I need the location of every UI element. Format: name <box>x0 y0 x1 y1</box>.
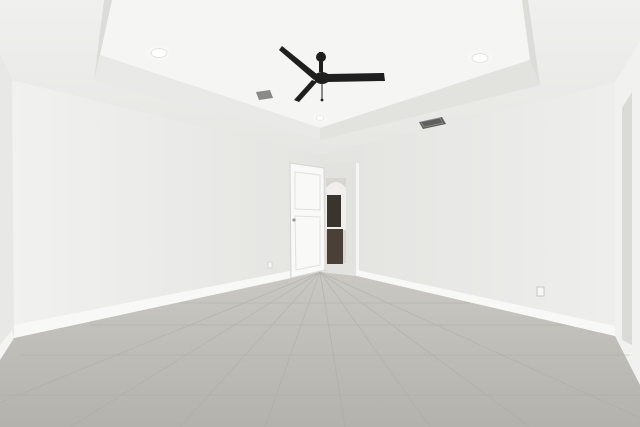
room-illustration <box>0 0 640 427</box>
doorway <box>324 163 359 278</box>
recessed-light <box>466 50 494 66</box>
outlet <box>536 286 545 297</box>
open-door <box>289 162 326 279</box>
outlet <box>267 261 273 269</box>
recessed-light <box>145 45 173 61</box>
room-photo <box>0 0 640 427</box>
left-wall-edge <box>0 55 14 360</box>
recessed-light <box>312 113 328 123</box>
